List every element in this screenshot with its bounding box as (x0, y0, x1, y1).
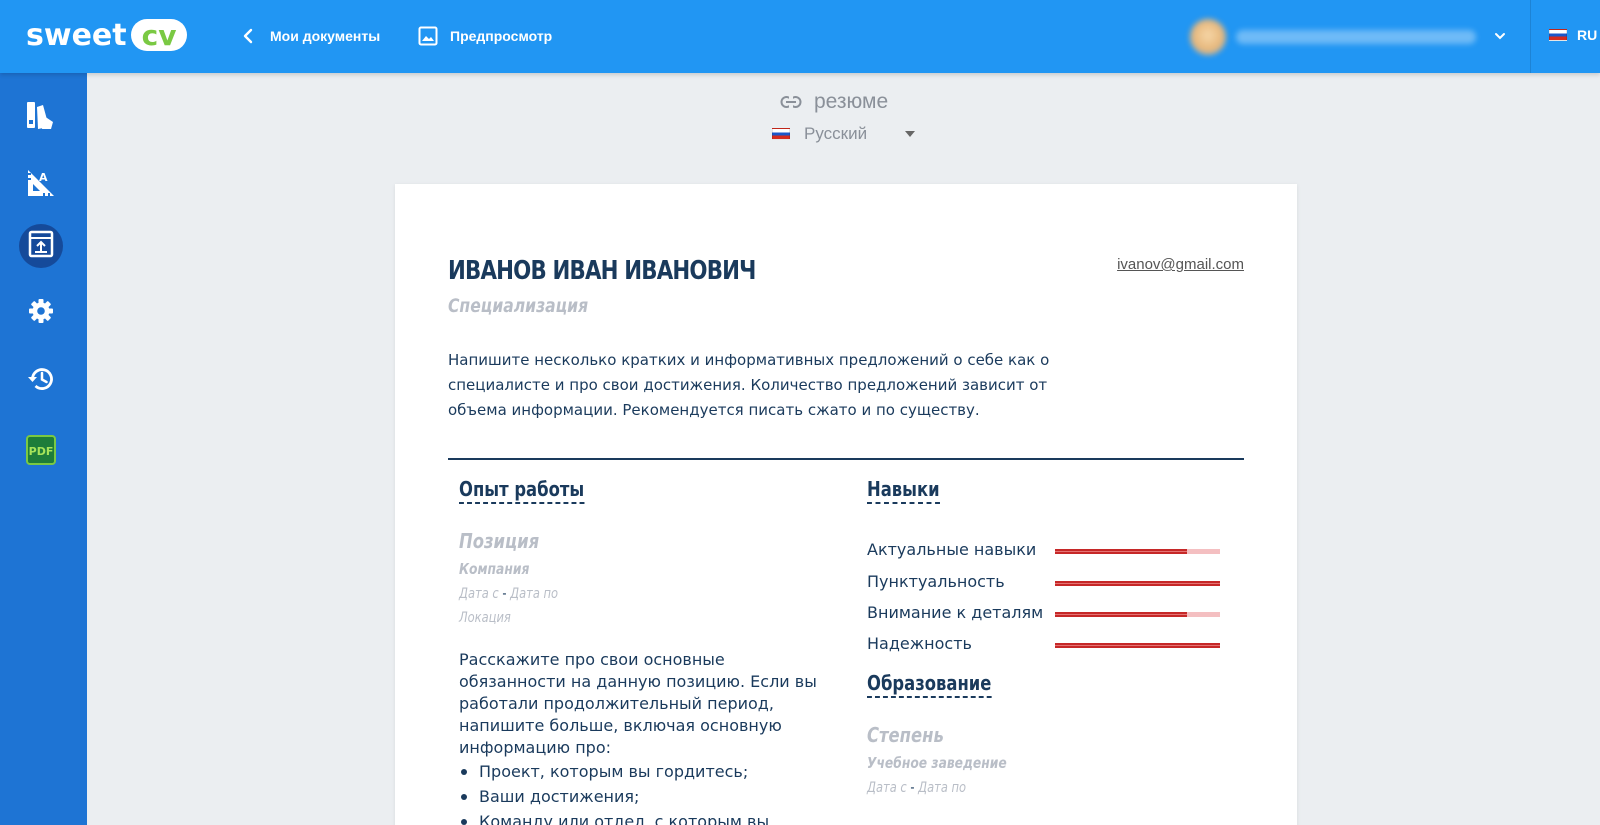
resume-specialization[interactable]: Специализация (448, 295, 588, 317)
resume-about[interactable]: Напишите несколько кратких и информативн… (448, 348, 1088, 423)
list-item: Ваши достижения; (459, 784, 769, 809)
document-language-text: Русский (804, 124, 868, 143)
skill-label: Актуальные навыки (867, 540, 1037, 559)
pdf-icon-text: PDF (29, 445, 54, 458)
sidebar-item-typography[interactable]: A (19, 163, 63, 207)
skill-level-bar (1055, 612, 1220, 617)
chevron-down-icon[interactable] (1493, 28, 1507, 42)
skill-level-bar (1055, 643, 1220, 648)
my-documents-label: Мои документы (270, 28, 381, 44)
education-degree[interactable]: Степень (867, 723, 944, 747)
skill-level-bar (1055, 581, 1220, 586)
experience-position[interactable]: Позиция (459, 529, 539, 553)
skill-level-fill (1055, 549, 1187, 554)
preview-label: Предпросмотр (450, 28, 553, 44)
resume-name[interactable]: ИВАНОВ ИВАН ИВАНОВИЧ (448, 256, 756, 286)
skills-section-title[interactable]: Навыки (867, 477, 940, 504)
skill-level-fill (1055, 581, 1220, 586)
sidebar-item-pdf[interactable]: PDF (19, 430, 63, 474)
education-dates[interactable]: Дата с - Дата по (867, 780, 966, 796)
experience-bullets[interactable]: Проект, которым вы гордитесь; Ваши дости… (459, 759, 769, 825)
document-title[interactable]: резюме (780, 90, 888, 114)
experience-company[interactable]: Компания (459, 560, 529, 578)
my-documents-link[interactable]: Мои документы (238, 24, 380, 48)
skill-label: Надежность (867, 634, 972, 653)
resume-email[interactable]: ivanov@gmail.com (1117, 256, 1244, 273)
skill-item[interactable]: Внимание к деталям (867, 603, 1227, 625)
experience-dates[interactable]: Дата с - Дата по (459, 586, 558, 602)
language-switcher[interactable]: RU (1549, 27, 1597, 43)
list-item: Команду или отдел, с которым вы (459, 809, 769, 825)
skill-level-fill (1055, 612, 1187, 617)
experience-location[interactable]: Локация (459, 610, 511, 626)
education-date-to: Дата по (918, 780, 967, 796)
skill-item[interactable]: Пунктуальность (867, 572, 1227, 594)
layout-icon (26, 229, 56, 263)
user-name-redacted (1236, 30, 1476, 44)
date-separator: - (502, 586, 507, 602)
sidebar-item-history[interactable] (19, 359, 63, 403)
logo-sweet-text: sweet (26, 17, 127, 53)
top-bar: sweet cv Мои документы Предпросмотр RU (0, 0, 1600, 73)
logo-cv-badge: cv (130, 19, 188, 52)
chevron-left-icon (238, 26, 258, 46)
list-item: Проект, которым вы гордитесь; (459, 759, 769, 784)
education-institution[interactable]: Учебное заведение (867, 754, 1007, 772)
templates-icon (25, 100, 57, 136)
document-language-select[interactable]: Русский (772, 124, 916, 144)
pdf-icon: PDF (25, 434, 57, 470)
russia-flag-icon (772, 128, 790, 140)
skill-level-fill (1055, 643, 1220, 648)
avatar (1190, 19, 1226, 55)
skill-label: Пунктуальность (867, 572, 1005, 591)
divider (1530, 0, 1531, 73)
russia-flag-icon (1549, 29, 1567, 41)
sidebar-item-layout[interactable] (19, 224, 63, 268)
resume-page: ИВАНОВ ИВАН ИВАНОВИЧ ivanov@gmail.com Сп… (395, 184, 1297, 825)
experience-date-to: Дата по (510, 586, 559, 602)
skill-label: Внимание к деталям (867, 603, 1044, 622)
document-title-text: резюме (814, 90, 889, 113)
link-icon (780, 95, 802, 109)
user-menu[interactable] (1190, 18, 1490, 56)
svg-text:A: A (39, 171, 48, 184)
skill-item[interactable]: Актуальные навыки (867, 540, 1227, 562)
image-icon (418, 26, 438, 46)
education-date-from: Дата с (867, 780, 907, 796)
logo[interactable]: sweet cv (26, 17, 188, 53)
language-code: RU (1577, 27, 1598, 43)
sidebar: A PDF (0, 73, 87, 825)
skill-item[interactable]: Надежность (867, 634, 1227, 656)
history-icon (26, 364, 56, 398)
section-divider (448, 458, 1244, 460)
sidebar-item-settings[interactable] (19, 291, 63, 335)
experience-section-title[interactable]: Опыт работы (459, 477, 585, 504)
skill-level-bar (1055, 549, 1220, 554)
preview-link[interactable]: Предпросмотр (418, 24, 552, 48)
typography-icon: A (25, 167, 57, 203)
sidebar-item-templates[interactable] (19, 96, 63, 140)
education-section-title[interactable]: Образование (867, 671, 992, 698)
dropdown-arrow-icon (905, 131, 916, 137)
experience-description[interactable]: Расскажите про свои основные обязанности… (459, 649, 819, 759)
gear-icon (27, 297, 55, 329)
date-separator: - (910, 780, 915, 796)
experience-date-from: Дата с (459, 586, 499, 602)
